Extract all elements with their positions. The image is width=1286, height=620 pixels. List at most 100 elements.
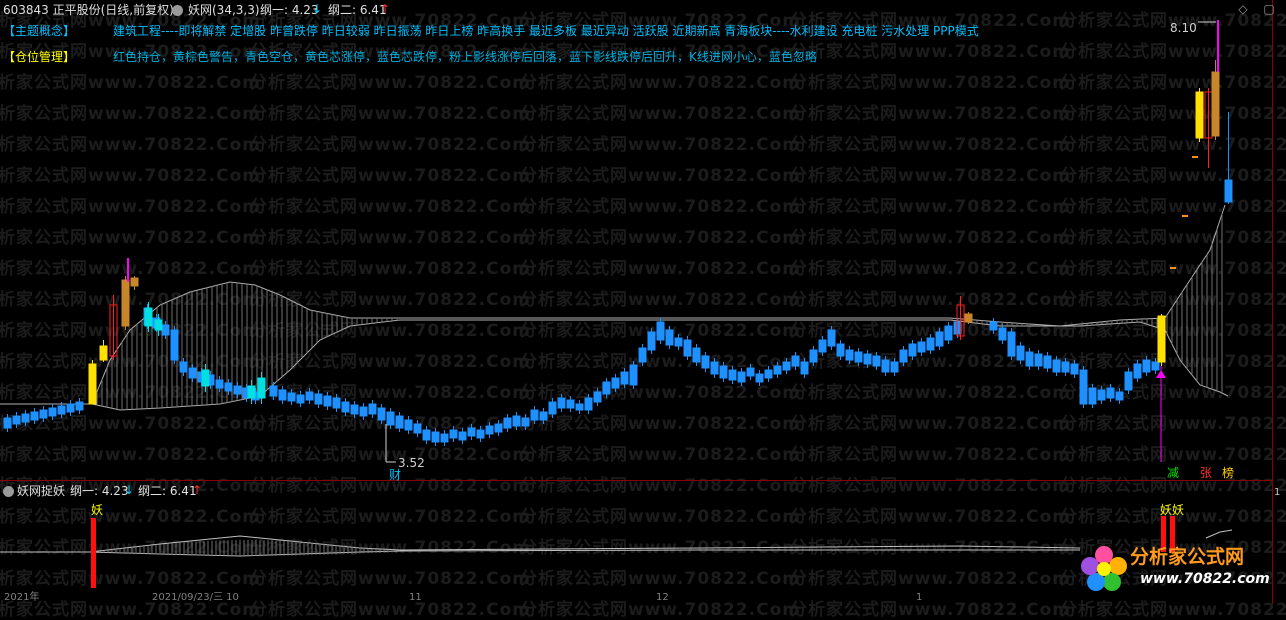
zhang-marker: 张 (1200, 466, 1213, 480)
candle-body (791, 355, 800, 367)
candle-body (75, 401, 84, 411)
candle-body (539, 411, 548, 421)
candle-body (188, 367, 197, 379)
candle-body (710, 361, 719, 375)
candle-body (170, 329, 179, 361)
candle-body (692, 347, 701, 363)
candle-body (964, 313, 973, 323)
candle-body (728, 369, 737, 381)
main-price-chart[interactable] (0, 0, 1286, 480)
high-price-label: 8.10 (1170, 21, 1197, 35)
stock-title: 603843 正平股份(日线,前复权) (3, 3, 174, 17)
candle-body (746, 367, 755, 377)
candle-body (908, 343, 917, 357)
candle-body (1007, 331, 1016, 357)
candle-body (422, 429, 431, 441)
candle-body (1061, 361, 1070, 373)
candle-body (1211, 71, 1220, 137)
candle-body (845, 349, 854, 361)
candle-body (440, 433, 449, 443)
candle-body (278, 389, 287, 401)
candle-body (800, 361, 809, 375)
sub-net-lower (0, 549, 1080, 557)
candle-body (179, 361, 188, 373)
candle-body (1115, 391, 1124, 401)
candle-body (719, 365, 728, 379)
sub-gang2-arrow-icon: ↑ (192, 483, 203, 497)
candle-body (21, 413, 30, 423)
candle-body (863, 353, 872, 365)
theme-label: 【主题概念】 (3, 24, 76, 38)
candle-body (458, 431, 467, 441)
date-label-1: 2021年 (4, 592, 40, 603)
candle-body (512, 415, 521, 427)
candle-body (530, 409, 539, 421)
candle-body (269, 385, 278, 397)
candle-body (404, 419, 413, 431)
sub-gang1-value: 纲一: 4.23 (70, 484, 129, 498)
candle-body (737, 371, 746, 383)
candle-body (161, 324, 170, 336)
candle-body (836, 343, 845, 357)
date-label-2: 2021/09/23/三 10 (152, 592, 239, 603)
candle-body (674, 337, 683, 347)
candle-body (1157, 315, 1166, 363)
sub-settings-icon[interactable] (3, 486, 14, 497)
yao-signal-bar (91, 518, 96, 588)
candle-body (998, 327, 1007, 341)
candle-body (818, 339, 827, 353)
gang2-value: 纲二: 6.41 (328, 3, 387, 17)
flower-logo-icon (1081, 546, 1127, 591)
candle-body (926, 337, 935, 351)
candle-body (1079, 369, 1088, 405)
candle-body (395, 415, 404, 429)
expand-icon[interactable]: ▢ (1262, 2, 1276, 16)
magenta-arrow-icon (1156, 370, 1166, 378)
low-price-label: 3.52 (398, 456, 425, 470)
gang1-arrow-icon: ↓ (312, 2, 323, 16)
indicator-settings-icon[interactable] (172, 5, 183, 16)
candle-body (1097, 389, 1106, 401)
candle-body (917, 341, 926, 353)
candle-body (944, 325, 953, 341)
sub-gang1-arrow-icon: ↓ (124, 483, 135, 497)
panel-divider (0, 480, 1272, 481)
candle-body (773, 365, 782, 375)
candle-body (323, 395, 332, 407)
candle-body (665, 329, 674, 346)
site-logo: 分析家公式网 www.70822.com (1074, 540, 1270, 596)
candle-body (1052, 359, 1061, 373)
right-axis-border (1272, 0, 1273, 604)
candle-body (377, 407, 386, 421)
candle-body (233, 385, 242, 395)
candle-body (88, 363, 97, 405)
candle-body (1025, 351, 1034, 367)
candle-body (647, 331, 656, 351)
candle-body (386, 411, 395, 426)
candle-body (449, 429, 458, 439)
candle-body (476, 429, 485, 439)
candle-body (30, 411, 39, 421)
candle-body (494, 423, 503, 433)
candle-body (332, 397, 341, 409)
candle-body (602, 381, 611, 395)
date-label-5: 1 (916, 592, 923, 603)
candle-body (548, 401, 557, 415)
collapse-icon[interactable]: ◇ (1236, 2, 1250, 16)
candle-body (764, 369, 773, 379)
candle-body (899, 349, 908, 363)
candle-body (521, 417, 530, 427)
candle-body (3, 417, 12, 429)
position-label: 【仓位管理】 (3, 50, 76, 64)
date-label-3: 11 (409, 592, 422, 603)
candle-body (144, 307, 153, 327)
candle-body (121, 279, 130, 327)
candle-body (935, 331, 944, 347)
candle-body (881, 359, 890, 373)
sub-net-tail (1205, 529, 1233, 539)
candle-body (503, 417, 512, 429)
position-text: 红色持仓，黄棕色警告，青色空仓，黄色芯涨停，蓝色芯跌停，粉上影线涨停后回落，蓝下… (113, 50, 817, 64)
candle-body (638, 347, 647, 363)
candle-body (1016, 345, 1025, 361)
gang1-value: 纲一: 4.23 (260, 3, 319, 17)
